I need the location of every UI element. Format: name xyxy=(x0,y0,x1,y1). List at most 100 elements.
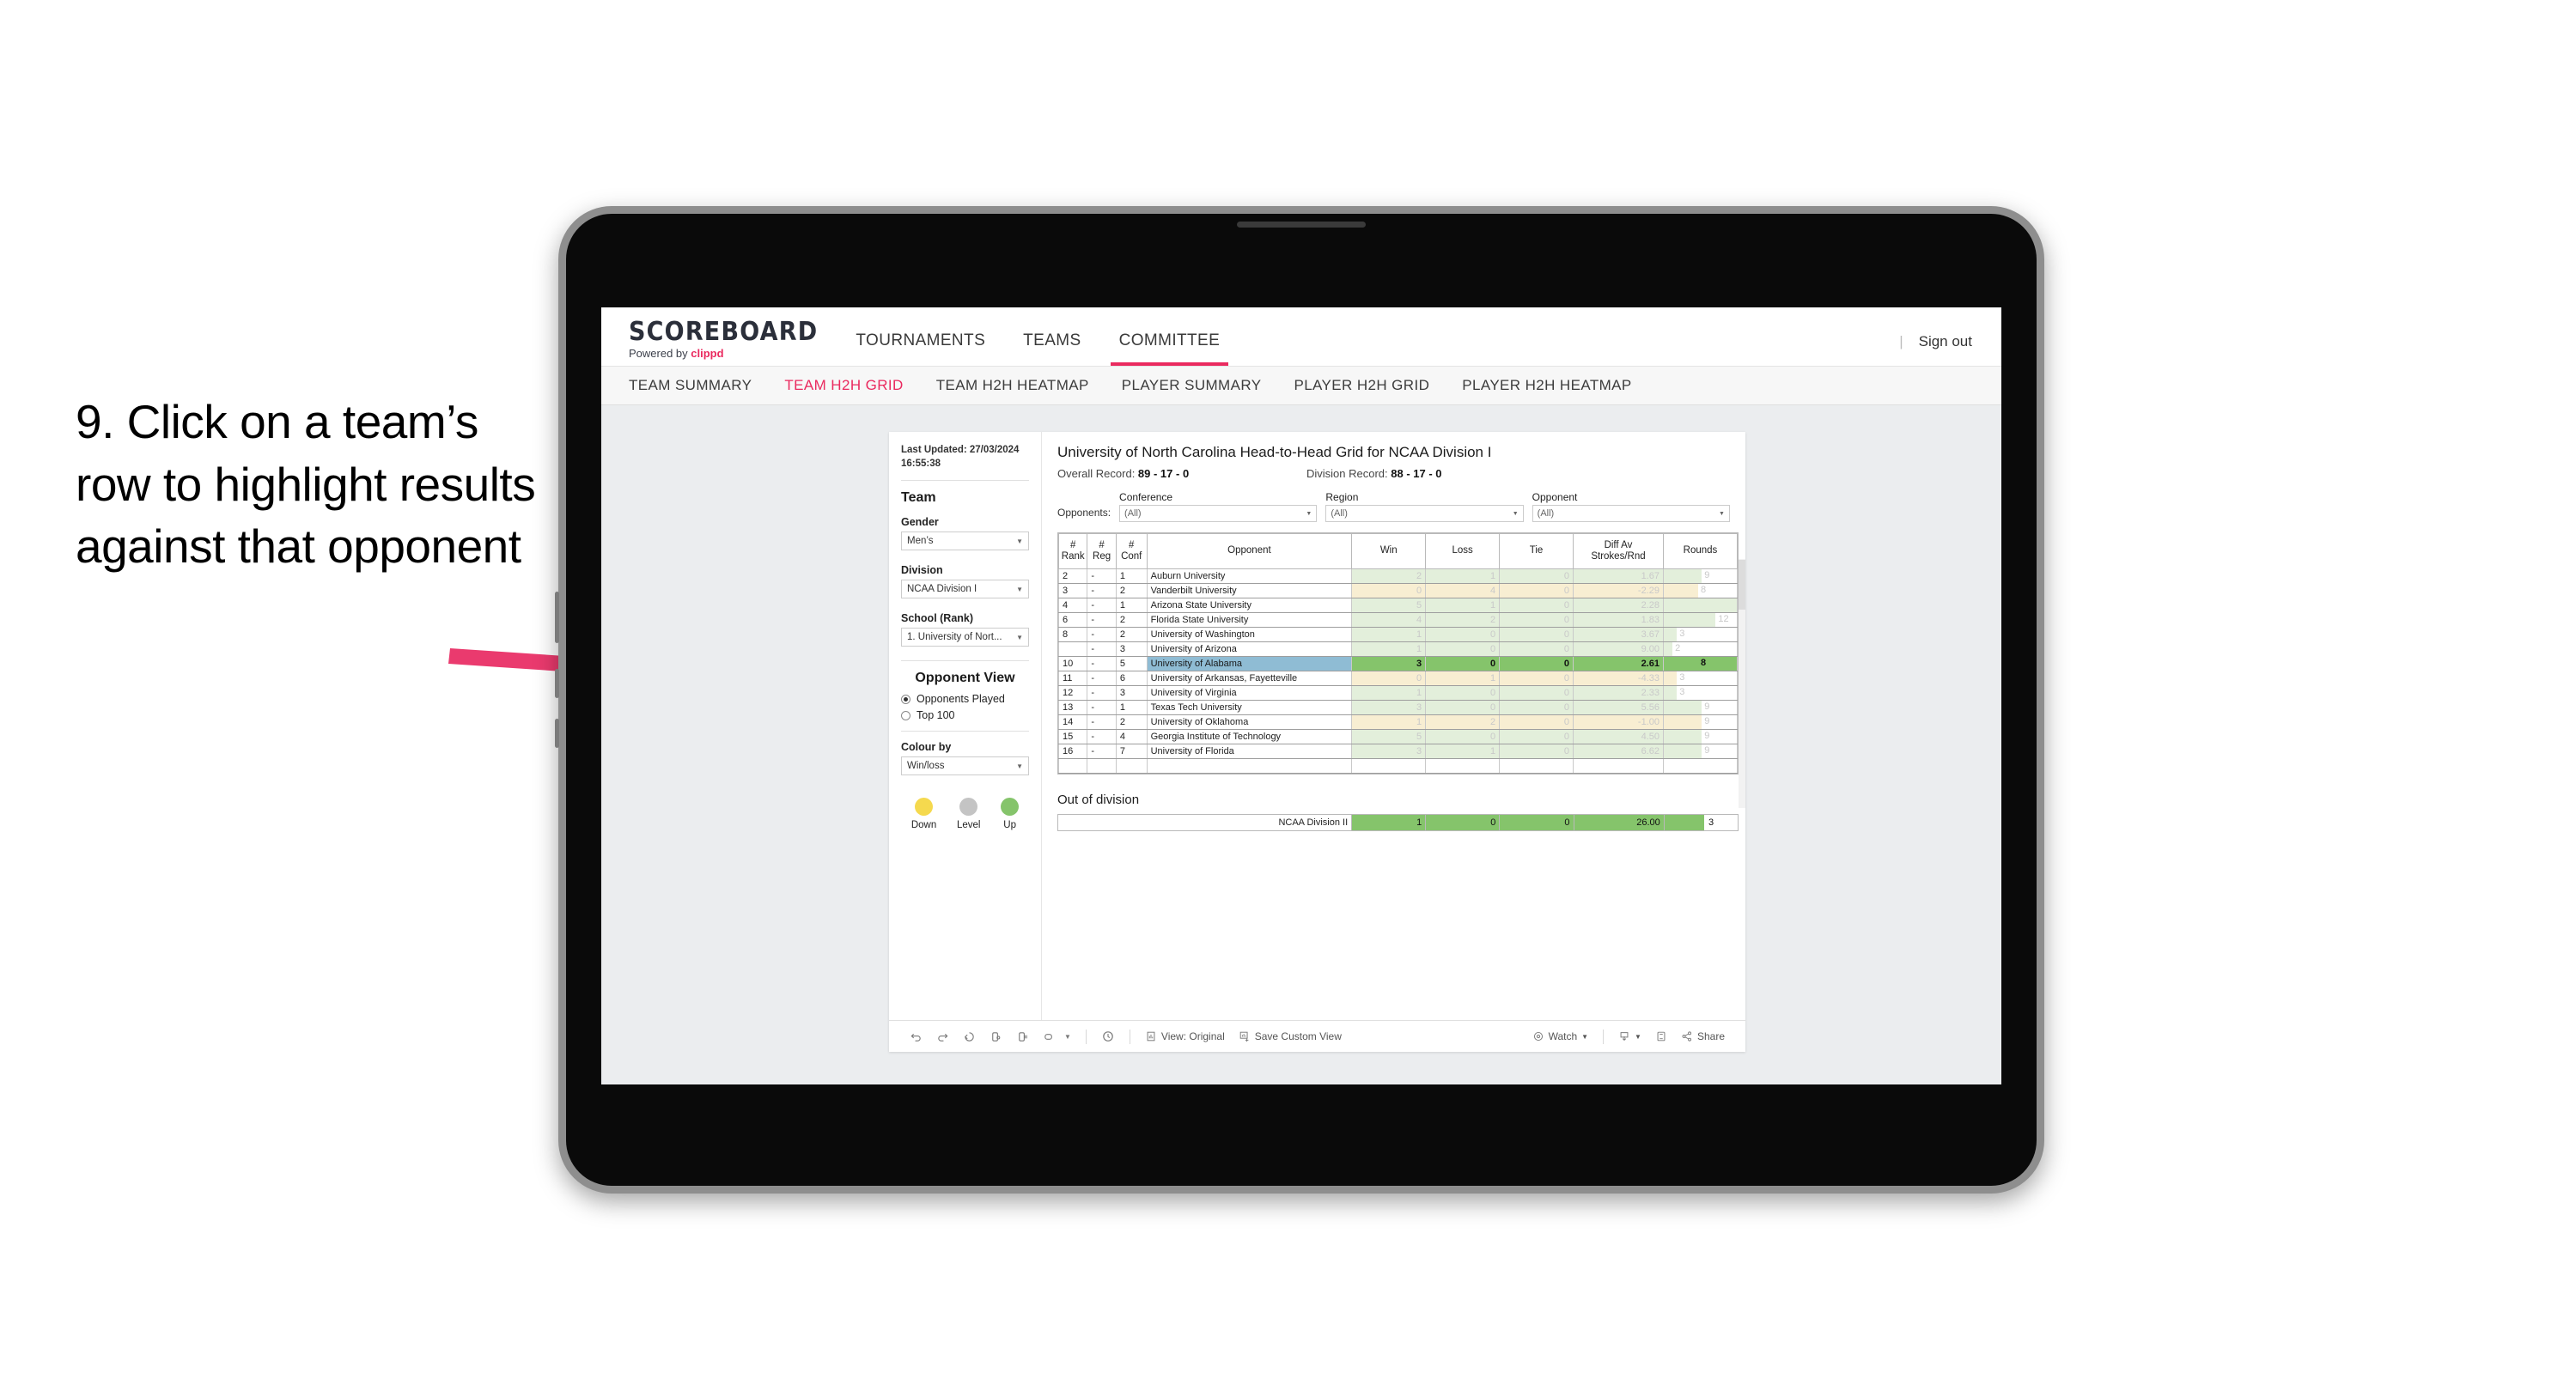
download-icon[interactable]: ▼ xyxy=(1611,1030,1648,1042)
rounds-value: 9 xyxy=(1704,716,1710,726)
cell-opponent: University of Washington xyxy=(1146,627,1353,642)
legend-dot-up xyxy=(1001,798,1020,817)
pause-icon[interactable] xyxy=(1009,1030,1036,1043)
division-record-value: 88 - 17 - 0 xyxy=(1391,467,1442,480)
divider xyxy=(901,480,1029,482)
nav-item-tournaments[interactable]: TOURNAMENTS xyxy=(837,331,1004,366)
highlight-icon[interactable] xyxy=(1036,1030,1063,1043)
revert-icon[interactable] xyxy=(956,1030,983,1043)
cell-conf: 2 xyxy=(1115,583,1148,598)
column-header-diffavstrokesrnd[interactable]: Diff Av Strokes/Rnd xyxy=(1572,533,1664,569)
cell-opponent: Arizona State University xyxy=(1146,598,1353,613)
cell-conf: 2 xyxy=(1115,627,1148,642)
table-row[interactable]: 12-3 University of Virginia 1 0 0 2.33 3 xyxy=(1057,685,1739,701)
table-row[interactable]: 13-1 Texas Tech University 3 0 0 5.56 9 xyxy=(1057,700,1739,715)
table-row[interactable]: 4-1Arizona State University5102.2817 xyxy=(1057,598,1739,613)
cell-tie: 0 xyxy=(1499,627,1574,642)
table-row[interactable]: 10-5 University of Alabama 3 0 0 2.61 8 xyxy=(1057,656,1739,671)
filter-conference-select[interactable]: (All) ▼ xyxy=(1119,505,1318,522)
table-row[interactable]: -3 University of Arizona 1 0 0 9.00 2 xyxy=(1057,641,1739,657)
cell-loss: 4 xyxy=(1425,583,1501,598)
chevron-down-icon[interactable]: ▼ xyxy=(1063,1033,1078,1041)
filter-opponent-select[interactable]: (All) ▼ xyxy=(1532,505,1730,522)
chevron-down-icon: ▼ xyxy=(1306,510,1312,517)
tab-team-h2h-grid[interactable]: TEAM H2H GRID xyxy=(784,377,903,394)
radio-opponents-played[interactable]: Opponents Played xyxy=(901,693,1029,705)
filter-sidebar: Last Updated: 27/03/2024 16:55:38 Team G… xyxy=(889,432,1042,1020)
table-row[interactable]: 3-2 Vanderbilt University 0 4 0 -2.29 8 xyxy=(1057,583,1739,598)
cell-diff: -1.00 xyxy=(1572,714,1664,730)
cell-loss: 1 xyxy=(1425,568,1501,584)
redo-icon[interactable] xyxy=(929,1030,956,1043)
cell-rounds: 9 xyxy=(1662,729,1739,744)
table-row[interactable]: 6-2 Florida State University 4 2 0 1.83 12 xyxy=(1057,612,1739,628)
school-rank-select[interactable]: 1. University of Nort... ▼ xyxy=(901,628,1029,647)
column-header-reg[interactable]: # Reg xyxy=(1087,533,1117,569)
table-row[interactable]: 16-7 University of Florida 3 1 0 6.62 9 xyxy=(1057,744,1739,759)
cell-opponent: University of Arkansas, Fayetteville xyxy=(1146,671,1353,686)
cell-win: 0 xyxy=(1351,583,1427,598)
rounds-bar xyxy=(1664,686,1678,700)
fullscreen-icon[interactable] xyxy=(1648,1030,1674,1042)
colour-by-select[interactable]: Win/loss ▼ xyxy=(901,756,1029,776)
cell-win: 1 xyxy=(1351,685,1427,701)
radio-icon xyxy=(901,694,910,704)
cell-win: 3 xyxy=(1351,656,1427,671)
refresh-icon[interactable] xyxy=(983,1030,1009,1043)
rounds-bar xyxy=(1664,671,1678,685)
cell-reg: - xyxy=(1087,714,1117,730)
table-row[interactable]: 11-6 University of Arkansas, Fayetteville… xyxy=(1057,671,1739,686)
tab-team-h2h-heatmap[interactable]: TEAM H2H HEATMAP xyxy=(936,377,1089,394)
column-header-win[interactable]: Win xyxy=(1351,533,1427,569)
tab-player-summary[interactable]: PLAYER SUMMARY xyxy=(1122,377,1262,394)
tab-player-h2h-grid[interactable]: PLAYER H2H GRID xyxy=(1294,377,1429,394)
column-header-tie[interactable]: Tie xyxy=(1499,533,1574,569)
colour-by-value: Win/loss xyxy=(907,761,945,772)
table-row[interactable]: 14-2 University of Oklahoma 1 2 0 -1.00 9 xyxy=(1057,714,1739,730)
radio-top-100[interactable]: Top 100 xyxy=(901,709,1029,721)
tab-team-summary[interactable]: TEAM SUMMARY xyxy=(629,377,752,394)
workbook-toolbar: ▼ View: Original Save Custom View Watch ▼… xyxy=(889,1020,1745,1052)
cell-rank: 14 xyxy=(1057,714,1088,730)
school-rank-value: 1. University of Nort... xyxy=(907,632,1002,643)
cell-conf: 7 xyxy=(1115,744,1148,759)
table-row[interactable]: 2-1 Auburn University 2 1 0 1.67 9 xyxy=(1057,568,1739,584)
grid-scrollbar-thumb[interactable] xyxy=(1739,560,1745,610)
column-header-rank[interactable]: # Rank xyxy=(1057,533,1088,569)
powered-by-text: Powered by xyxy=(629,347,691,360)
nav-item-teams[interactable]: TEAMS xyxy=(1004,331,1099,366)
toolbar-divider xyxy=(1603,1029,1605,1044)
cell-reg: - xyxy=(1087,656,1117,671)
watch-button[interactable]: Watch ▼ xyxy=(1526,1030,1595,1042)
column-header-conf[interactable]: # Conf xyxy=(1115,533,1148,569)
column-header-loss[interactable]: Loss xyxy=(1425,533,1501,569)
view-original-button[interactable]: View: Original xyxy=(1138,1030,1232,1042)
column-header-rounds[interactable]: Rounds xyxy=(1662,533,1739,569)
watch-label: Watch xyxy=(1548,1030,1578,1042)
gender-select[interactable]: Men’s ▼ xyxy=(901,532,1029,551)
save-custom-view-button[interactable]: Save Custom View xyxy=(1232,1030,1349,1042)
filter-region-select[interactable]: (All) ▼ xyxy=(1325,505,1524,522)
nav-item-committee[interactable]: COMMITTEE xyxy=(1100,331,1239,366)
tab-player-h2h-heatmap[interactable]: PLAYER H2H HEATMAP xyxy=(1462,377,1631,394)
filter-region: Region (All) ▼ xyxy=(1325,491,1524,522)
table-row[interactable]: 8-2 University of Washington 1 0 0 3.67 3 xyxy=(1057,627,1739,642)
radio-label: Opponents Played xyxy=(917,693,1005,706)
out-of-division-row[interactable]: NCAA Division II 1 0 0 26.00 3 xyxy=(1057,814,1739,831)
column-header-opponent[interactable]: Opponent xyxy=(1146,533,1353,569)
table-row[interactable]: 15-4 Georgia Institute of Technology 5 0 0 4.… xyxy=(1057,729,1739,744)
cell-loss: 0 xyxy=(1425,641,1501,657)
overall-record-value: 89 - 17 - 0 xyxy=(1137,467,1190,480)
share-button[interactable]: Share xyxy=(1674,1030,1732,1042)
rounds-bar xyxy=(1664,730,1702,744)
overall-record: Overall Record: 89 - 17 - 0 xyxy=(1057,467,1306,480)
cell-rounds: 3 xyxy=(1662,685,1739,701)
cell-conf: 3 xyxy=(1115,685,1148,701)
filter-region-value: (All) xyxy=(1331,508,1348,519)
opponent-filters: Opponents: Conference (All) ▼ Region (Al… xyxy=(1057,491,1730,522)
division-select[interactable]: NCAA Division I ▼ xyxy=(901,580,1029,599)
history-icon[interactable] xyxy=(1094,1030,1122,1043)
cell-reg: - xyxy=(1087,627,1117,642)
undo-icon[interactable] xyxy=(903,1030,929,1043)
sign-out-link[interactable]: Sign out xyxy=(1919,333,1972,350)
